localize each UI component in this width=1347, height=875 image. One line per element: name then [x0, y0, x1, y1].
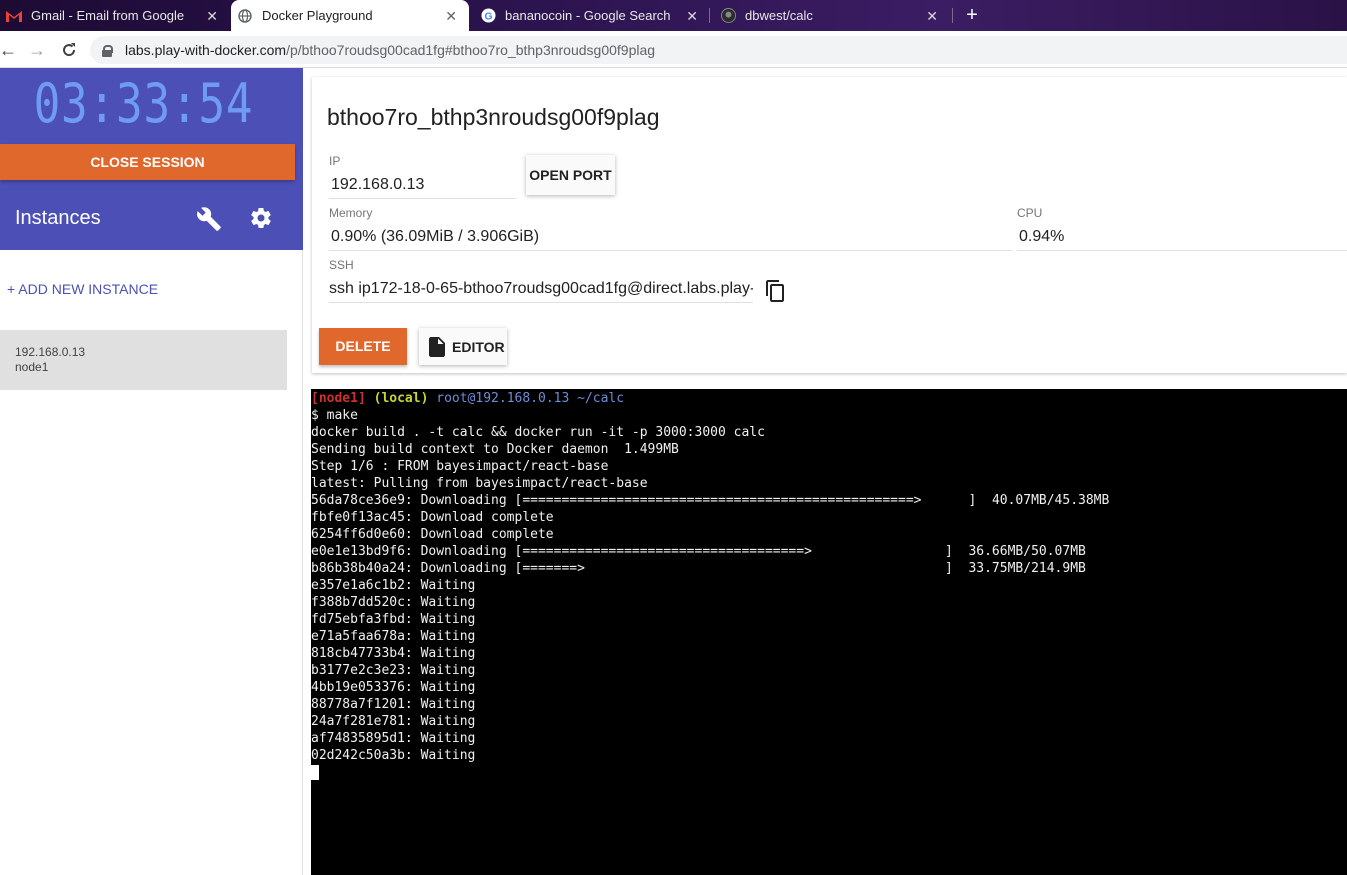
- terminal-waiting-line: 02d242c50a3b: Waiting: [311, 748, 476, 763]
- instances-title: Instances: [15, 207, 101, 229]
- instance-list-item[interactable]: 192.168.0.13 node1: [0, 330, 287, 390]
- session-timer: 03:33:54: [33, 72, 254, 135]
- progress-size: 40.07MB/45.38MB: [991, 493, 1110, 508]
- ip-field[interactable]: 192.168.0.13: [329, 176, 516, 199]
- terminal-waiting-line: 4bb19e053376: Waiting: [311, 680, 476, 695]
- delete-button[interactable]: DELETE: [319, 328, 407, 365]
- terminal-waiting-line: 88778a7f1201: Waiting: [311, 697, 476, 712]
- ssh-label: SSH: [329, 258, 354, 272]
- terminal-progress-line: b86b38b40a24: Downloading [=======> ] 33…: [311, 560, 1347, 577]
- terminal[interactable]: [node1] (local) root@192.168.0.13 ~/calc…: [311, 389, 1347, 875]
- svg-text:G: G: [484, 11, 492, 22]
- prompt-node: [node1]: [311, 391, 366, 406]
- terminal-line: docker build . -t calc && docker run -it…: [311, 425, 765, 440]
- progress-prefix: e0e1e13bd9f6: Downloading [=============…: [311, 544, 953, 559]
- file-icon: [429, 336, 445, 357]
- tab-title: dbwest/calc: [745, 8, 813, 23]
- terminal-progress-line: e0e1e13bd9f6: Downloading [=============…: [311, 543, 1347, 560]
- instance-title: bthoo7ro_bthp3nroudsg00f9plag: [327, 104, 660, 130]
- wrench-icon[interactable]: [196, 206, 222, 232]
- reload-icon[interactable]: [57, 38, 81, 62]
- memory-label: Memory: [329, 206, 373, 220]
- google-icon: G: [480, 8, 496, 24]
- cpu-label: CPU: [1017, 206, 1043, 220]
- instance-name: node1: [15, 360, 49, 374]
- cpu-field: 0.94%: [1017, 228, 1347, 251]
- tab-separator: [709, 8, 710, 23]
- prompt-local: (local): [373, 391, 429, 406]
- prompt-user-path: root@192.168.0.13 ~/calc: [436, 391, 625, 406]
- progress-prefix: 6254ff6d0e60: Download complete: [311, 527, 554, 542]
- editor-button[interactable]: EDITOR: [419, 328, 507, 365]
- terminal-waiting-line: e357e1a6c1b2: Waiting: [311, 578, 476, 593]
- terminal-waiting-line: af74835895d1: Waiting: [311, 731, 476, 746]
- terminal-progress-line: 6254ff6d0e60: Download complete: [311, 526, 1347, 543]
- ip-label: IP: [329, 154, 341, 168]
- forward-arrow-icon[interactable]: →: [25, 38, 49, 62]
- terminal-line: $ make: [311, 408, 358, 423]
- globe-icon: [237, 8, 253, 24]
- browser-tab-google-search[interactable]: G bananocoin - Google Search ✕: [474, 0, 710, 31]
- progress-size: 36.66MB/50.07MB: [968, 544, 1086, 559]
- url-host: labs.play-with-docker.com: [125, 42, 287, 58]
- tab-title: Docker Playground: [262, 8, 373, 23]
- terminal-waiting-line: e71a5faa678a: Waiting: [311, 629, 476, 644]
- instance-ip: 192.168.0.13: [15, 345, 86, 359]
- terminal-waiting-line: 24a7f281e781: Waiting: [311, 714, 476, 729]
- progress-prefix: 56da78ce36e9: Downloading [=============…: [311, 493, 977, 508]
- close-icon[interactable]: ✕: [445, 8, 457, 25]
- terminal-line: latest: Pulling from bayesimpact/react-b…: [311, 476, 648, 491]
- sidebar-header: 03:33:54 CLOSE SESSION Instances: [0, 68, 303, 250]
- terminal-waiting-line: b3177e2c3e23: Waiting: [311, 663, 476, 678]
- address-bar[interactable]: labs.play-with-docker.com/p/bthoo7roudsg…: [90, 36, 1347, 64]
- tab-title: bananocoin - Google Search: [505, 8, 671, 23]
- ssh-field[interactable]: ssh ip172-18-0-65-bthoo7roudsg00cad1fg@d…: [329, 280, 753, 303]
- progress-prefix: fbfe0f13ac45: Download complete: [311, 510, 554, 525]
- terminal-waiting-line: f388b7dd520c: Waiting: [311, 595, 476, 610]
- add-new-instance-button[interactable]: + ADD NEW INSTANCE: [7, 281, 158, 297]
- browser-tab-github[interactable]: dbwest/calc ✕: [714, 0, 950, 31]
- new-tab-plus-icon[interactable]: +: [961, 4, 983, 26]
- github-icon: [720, 8, 736, 24]
- browser-tab-bar: Gmail - Email from Google ✕ Docker Playg…: [0, 0, 1347, 31]
- back-arrow-icon[interactable]: ←: [0, 38, 20, 62]
- editor-label: EDITOR: [452, 338, 505, 355]
- sidebar: 03:33:54 CLOSE SESSION Instances + ADD N…: [0, 68, 303, 875]
- lock-icon: [102, 44, 113, 57]
- terminal-cursor: [311, 765, 319, 780]
- close-icon[interactable]: ✕: [206, 8, 218, 25]
- browser-toolbar: ← → labs.play-with-docker.com/p/bthoo7ro…: [0, 31, 1347, 68]
- terminal-waiting-line: fd75ebfa3fbd: Waiting: [311, 612, 476, 627]
- terminal-line: Sending build context to Docker daemon 1…: [311, 442, 679, 457]
- terminal-progress-line: fbfe0f13ac45: Download complete: [311, 509, 1347, 526]
- copy-icon[interactable]: [766, 280, 786, 302]
- browser-tab-docker-playground[interactable]: Docker Playground ✕: [231, 0, 469, 31]
- memory-field: 0.90% (36.09MiB / 3.906GiB): [329, 228, 1012, 251]
- progress-prefix: b86b38b40a24: Downloading [=======> ]: [311, 561, 953, 576]
- browser-tab-gmail[interactable]: Gmail - Email from Google ✕: [0, 0, 230, 31]
- close-icon[interactable]: ✕: [926, 8, 938, 25]
- tab-title: Gmail - Email from Google: [31, 8, 185, 23]
- terminal-prompt: [node1] (local) root@192.168.0.13 ~/calc: [311, 390, 1347, 407]
- gear-icon[interactable]: [249, 206, 273, 230]
- close-icon[interactable]: ✕: [686, 8, 698, 25]
- terminal-cursor-line: [311, 764, 1347, 781]
- terminal-waiting-line: 818cb47733b4: Waiting: [311, 646, 476, 661]
- terminal-progress-line: 56da78ce36e9: Downloading [=============…: [311, 492, 1347, 509]
- instance-details-card: bthoo7ro_bthp3nroudsg00f9plag IP 192.168…: [312, 77, 1347, 373]
- gmail-icon: [6, 8, 22, 24]
- open-port-button[interactable]: OPEN PORT: [526, 155, 615, 195]
- close-session-button[interactable]: CLOSE SESSION: [0, 144, 295, 180]
- progress-size: 33.75MB/214.9MB: [968, 561, 1086, 576]
- terminal-line: Step 1/6 : FROM bayesimpact/react-base: [311, 459, 609, 474]
- tab-separator: [952, 8, 953, 23]
- url-path: /p/bthoo7roudsg00cad1fg#bthoo7ro_bthp3nr…: [286, 42, 656, 58]
